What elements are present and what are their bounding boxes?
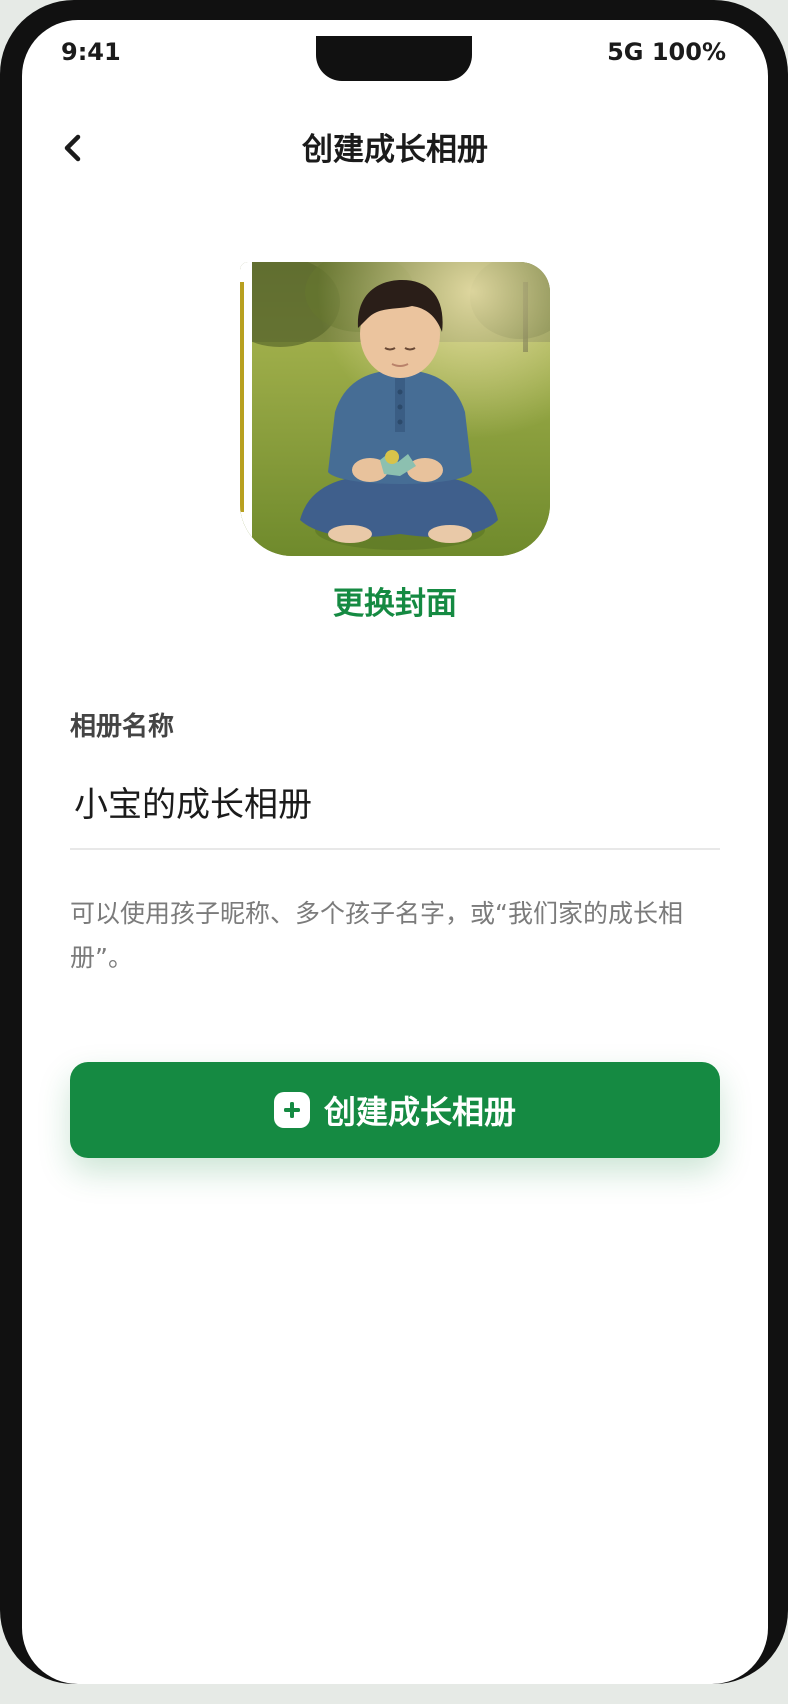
album-name-label: 相册名称 bbox=[70, 712, 175, 742]
status-network-battery: 5G 100% bbox=[607, 38, 726, 66]
screen: 9:41 5G 100% 创建成长相册 更换封面 相册名称 小宝的成长相册 可以… bbox=[22, 20, 768, 1684]
status-time: 9:41 bbox=[61, 38, 121, 66]
plus-square-icon bbox=[273, 1092, 310, 1128]
album-name-input[interactable] bbox=[70, 768, 720, 834]
album-name-hint: 可以使用孩子昵称、多个孩子名字，或“我们家的成长相册”。 bbox=[70, 899, 683, 972]
create-album-button[interactable]: 创建成长相册 bbox=[70, 1062, 720, 1158]
phone-frame: 9:41 5G 100% 创建成长相册 更换封面 相册名称 小宝的成长相册 可以… bbox=[0, 0, 788, 1684]
input-divider bbox=[70, 848, 720, 850]
cover-image-picker[interactable] bbox=[240, 262, 550, 556]
create-album-label: 创建成长相册 bbox=[323, 1093, 516, 1131]
cover-image bbox=[240, 262, 550, 556]
page-title: 创建成长相册 bbox=[302, 132, 488, 168]
change-cover-link[interactable]: 更换封面 bbox=[22, 578, 768, 623]
notch bbox=[316, 36, 472, 81]
